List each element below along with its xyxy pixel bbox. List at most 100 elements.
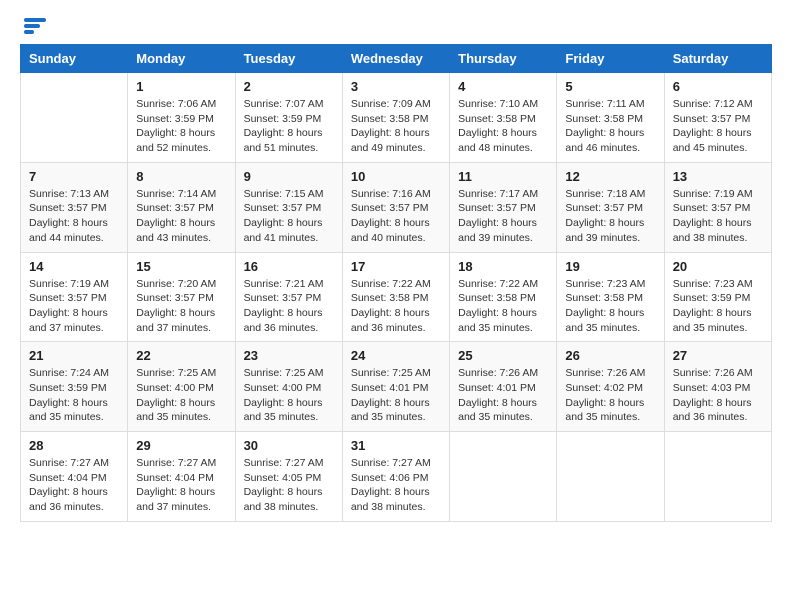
calendar-day-cell: 6 Sunrise: 7:12 AM Sunset: 3:57 PM Daylig… [664,73,771,163]
weekday-header: Saturday [664,45,771,73]
day-info: Sunrise: 7:06 AM Sunset: 3:59 PM Dayligh… [136,97,226,156]
calendar-day-cell: 8 Sunrise: 7:14 AM Sunset: 3:57 PM Daylig… [128,162,235,252]
calendar-day-cell: 29Sunrise: 7:27 AM Sunset: 4:04 PM Dayli… [128,432,235,522]
day-info: Sunrise: 7:12 AM Sunset: 3:57 PM Dayligh… [673,97,763,156]
calendar-day-cell: 20 Sunrise: 7:23 AM Sunset: 3:59 PM Dayli… [664,252,771,342]
calendar-week-row: 1 Sunrise: 7:06 AM Sunset: 3:59 PM Daylig… [21,73,772,163]
day-number: 4 [458,79,548,94]
day-info: Sunrise: 7:24 AM Sunset: 3:59 PM Dayligh… [29,366,119,425]
day-number: 3 [351,79,441,94]
day-number: 21 [29,348,119,363]
day-number: 9 [244,169,334,184]
day-number: 22 [136,348,226,363]
day-info: Sunrise: 7:15 AM Sunset: 3:57 PM Dayligh… [244,187,334,246]
day-info: Sunrise: 7:13 AM Sunset: 3:57 PM Dayligh… [29,187,119,246]
weekday-header: Friday [557,45,664,73]
calendar-day-cell: 16Sunrise: 7:21 AM Sunset: 3:57 PM Dayli… [235,252,342,342]
calendar-day-cell: 12 Sunrise: 7:18 AM Sunset: 3:57 PM Dayli… [557,162,664,252]
weekday-header: Wednesday [342,45,449,73]
calendar-day-cell: 28 Sunrise: 7:27 AM Sunset: 4:04 PM Dayli… [21,432,128,522]
day-info: Sunrise: 7:26 AM Sunset: 4:03 PM Dayligh… [673,366,763,425]
day-info: Sunrise: 7:19 AM Sunset: 3:57 PM Dayligh… [29,277,119,336]
calendar-day-cell: 10 Sunrise: 7:16 AM Sunset: 3:57 PM Dayli… [342,162,449,252]
day-info: Sunrise: 7:17 AM Sunset: 3:57 PM Dayligh… [458,187,548,246]
day-number: 17 [351,259,441,274]
calendar-day-cell: 22 Sunrise: 7:25 AM Sunset: 4:00 PM Dayli… [128,342,235,432]
day-number: 8 [136,169,226,184]
day-number: 6 [673,79,763,94]
day-number: 18 [458,259,548,274]
day-info: Sunrise: 7:27 AM Sunset: 4:06 PM Dayligh… [351,456,441,515]
day-number: 12 [565,169,655,184]
day-info: Sunrise: 7:11 AM Sunset: 3:58 PM Dayligh… [565,97,655,156]
calendar-day-cell: 19 Sunrise: 7:23 AM Sunset: 3:58 PM Dayli… [557,252,664,342]
day-number: 5 [565,79,655,94]
day-number: 2 [244,79,334,94]
calendar-day-cell [450,432,557,522]
calendar-day-cell: 13 Sunrise: 7:19 AM Sunset: 3:57 PM Dayli… [664,162,771,252]
day-number: 11 [458,169,548,184]
day-info: Sunrise: 7:23 AM Sunset: 3:58 PM Dayligh… [565,277,655,336]
calendar-day-cell: 18 Sunrise: 7:22 AM Sunset: 3:58 PM Dayli… [450,252,557,342]
calendar-table: SundayMondayTuesdayWednesdayThursdayFrid… [20,44,772,522]
day-info: Sunrise: 7:26 AM Sunset: 4:01 PM Dayligh… [458,366,548,425]
calendar-day-cell: 14 Sunrise: 7:19 AM Sunset: 3:57 PM Dayli… [21,252,128,342]
calendar-week-row: 21 Sunrise: 7:24 AM Sunset: 3:59 PM Dayli… [21,342,772,432]
calendar-day-cell: 25 Sunrise: 7:26 AM Sunset: 4:01 PM Dayli… [450,342,557,432]
day-number: 20 [673,259,763,274]
day-number: 28 [29,438,119,453]
day-number: 14 [29,259,119,274]
day-number: 26 [565,348,655,363]
day-number: 31 [351,438,441,453]
calendar-day-cell: 7 Sunrise: 7:13 AM Sunset: 3:57 PM Daylig… [21,162,128,252]
day-number: 1 [136,79,226,94]
day-info: Sunrise: 7:16 AM Sunset: 3:57 PM Dayligh… [351,187,441,246]
calendar-day-cell: 11 Sunrise: 7:17 AM Sunset: 3:57 PM Dayli… [450,162,557,252]
day-info: Sunrise: 7:25 AM Sunset: 4:01 PM Dayligh… [351,366,441,425]
calendar-week-row: 28 Sunrise: 7:27 AM Sunset: 4:04 PM Dayli… [21,432,772,522]
calendar-day-cell: 31 Sunrise: 7:27 AM Sunset: 4:06 PM Dayli… [342,432,449,522]
day-info: Sunrise: 7:22 AM Sunset: 3:58 PM Dayligh… [351,277,441,336]
day-number: 15 [136,259,226,274]
day-info: Sunrise: 7:26 AM Sunset: 4:02 PM Dayligh… [565,366,655,425]
day-info: Sunrise: 7:25 AM Sunset: 4:00 PM Dayligh… [244,366,334,425]
day-info: Sunrise: 7:23 AM Sunset: 3:59 PM Dayligh… [673,277,763,336]
day-info: Sunrise: 7:14 AM Sunset: 3:57 PM Dayligh… [136,187,226,246]
day-number: 7 [29,169,119,184]
logo [20,20,46,34]
day-info: Sunrise: 7:21 AM Sunset: 3:57 PM Dayligh… [244,277,334,336]
weekday-header: Sunday [21,45,128,73]
calendar-day-cell: 2 Sunrise: 7:07 AM Sunset: 3:59 PM Daylig… [235,73,342,163]
day-number: 10 [351,169,441,184]
day-info: Sunrise: 7:22 AM Sunset: 3:58 PM Dayligh… [458,277,548,336]
weekday-header: Monday [128,45,235,73]
day-info: Sunrise: 7:20 AM Sunset: 3:57 PM Dayligh… [136,277,226,336]
calendar-week-row: 7 Sunrise: 7:13 AM Sunset: 3:57 PM Daylig… [21,162,772,252]
day-info: Sunrise: 7:07 AM Sunset: 3:59 PM Dayligh… [244,97,334,156]
calendar-day-cell: 15 Sunrise: 7:20 AM Sunset: 3:57 PM Dayli… [128,252,235,342]
day-number: 19 [565,259,655,274]
day-info: Sunrise: 7:25 AM Sunset: 4:00 PM Dayligh… [136,366,226,425]
day-number: 27 [673,348,763,363]
calendar-day-cell: 27 Sunrise: 7:26 AM Sunset: 4:03 PM Dayli… [664,342,771,432]
calendar-day-cell: 17 Sunrise: 7:22 AM Sunset: 3:58 PM Dayli… [342,252,449,342]
day-info: Sunrise: 7:18 AM Sunset: 3:57 PM Dayligh… [565,187,655,246]
calendar-day-cell: 3Sunrise: 7:09 AM Sunset: 3:58 PM Daylig… [342,73,449,163]
calendar-day-cell [664,432,771,522]
logo-icon [24,18,46,34]
day-number: 13 [673,169,763,184]
day-info: Sunrise: 7:10 AM Sunset: 3:58 PM Dayligh… [458,97,548,156]
calendar-day-cell: 26 Sunrise: 7:26 AM Sunset: 4:02 PM Dayli… [557,342,664,432]
calendar-day-cell: 1 Sunrise: 7:06 AM Sunset: 3:59 PM Daylig… [128,73,235,163]
day-number: 30 [244,438,334,453]
calendar-day-cell [21,73,128,163]
day-info: Sunrise: 7:27 AM Sunset: 4:04 PM Dayligh… [29,456,119,515]
day-number: 25 [458,348,548,363]
calendar-day-cell: 5 Sunrise: 7:11 AM Sunset: 3:58 PM Daylig… [557,73,664,163]
day-info: Sunrise: 7:19 AM Sunset: 3:57 PM Dayligh… [673,187,763,246]
calendar-day-cell: 30Sunrise: 7:27 AM Sunset: 4:05 PM Dayli… [235,432,342,522]
calendar-day-cell: 21 Sunrise: 7:24 AM Sunset: 3:59 PM Dayli… [21,342,128,432]
weekday-header: Thursday [450,45,557,73]
day-number: 24 [351,348,441,363]
page-header [20,20,772,34]
